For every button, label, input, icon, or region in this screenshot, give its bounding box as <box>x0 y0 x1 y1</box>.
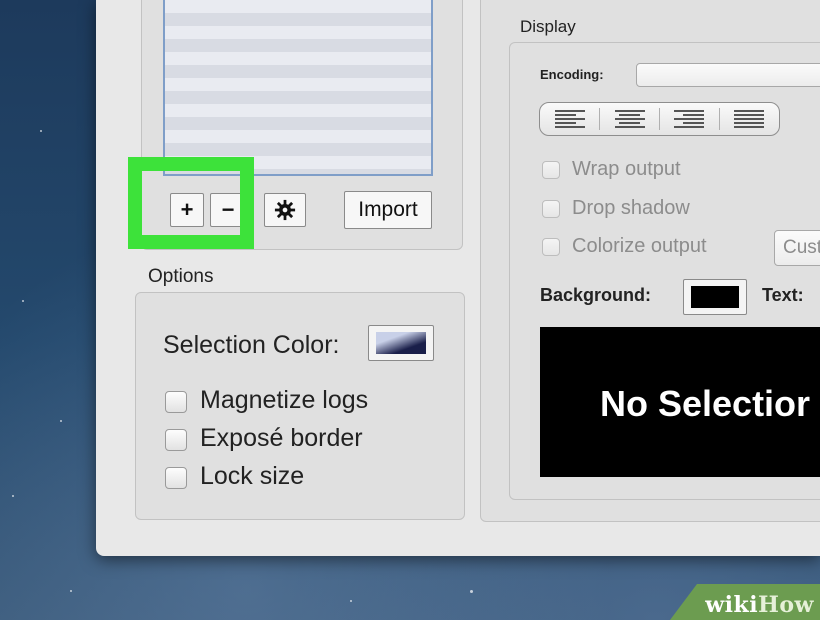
expose-border-checkbox[interactable] <box>165 429 187 451</box>
background-color-swatch <box>691 286 739 308</box>
watermark-logo: wikiHow <box>705 592 814 618</box>
expose-border-label: Exposé border <box>200 424 363 452</box>
log-list[interactable] <box>163 0 433 176</box>
drop-shadow-checkbox[interactable] <box>542 200 560 218</box>
wrap-output-label: Wrap output <box>572 158 681 180</box>
colorize-scheme-value: Cust <box>783 237 820 258</box>
settings-button[interactable] <box>264 193 306 227</box>
display-title: Display <box>520 17 576 36</box>
magnetize-logs-checkbox[interactable] <box>165 391 187 413</box>
lock-size-label: Lock size <box>200 462 305 490</box>
preview-area: No Selectior <box>540 327 820 477</box>
magnetize-logs-label: Magnetize logs <box>200 386 369 414</box>
selection-color-label: Selection Color: <box>163 331 340 359</box>
align-justify-icon[interactable] <box>733 110 764 128</box>
selection-color-swatch <box>376 332 426 354</box>
colorize-output-checkbox[interactable] <box>542 238 560 256</box>
background-color-well[interactable] <box>683 279 747 315</box>
text-color-label: Text: <box>762 285 804 305</box>
alignment-segmented-control[interactable] <box>539 102 780 136</box>
drop-shadow-label: Drop shadow <box>572 197 690 219</box>
gear-icon <box>274 199 296 221</box>
options-title: Options <box>148 266 214 287</box>
wrap-output-checkbox[interactable] <box>542 161 560 179</box>
selection-color-well[interactable] <box>368 325 434 361</box>
colorize-output-label: Colorize output <box>572 235 707 257</box>
encoding-popup[interactable] <box>636 63 820 87</box>
colorize-scheme-popup[interactable]: Cust <box>774 230 820 266</box>
preview-text: No Selectior <box>600 383 811 424</box>
align-left-icon[interactable] <box>555 110 586 128</box>
background-label: Background: <box>540 285 652 305</box>
import-button[interactable]: Import <box>344 191 432 229</box>
align-right-icon[interactable] <box>674 110 705 128</box>
highlight-box <box>128 157 254 249</box>
encoding-label: Encoding: <box>540 67 604 82</box>
align-center-icon[interactable] <box>614 110 645 128</box>
lock-size-checkbox[interactable] <box>165 467 187 489</box>
